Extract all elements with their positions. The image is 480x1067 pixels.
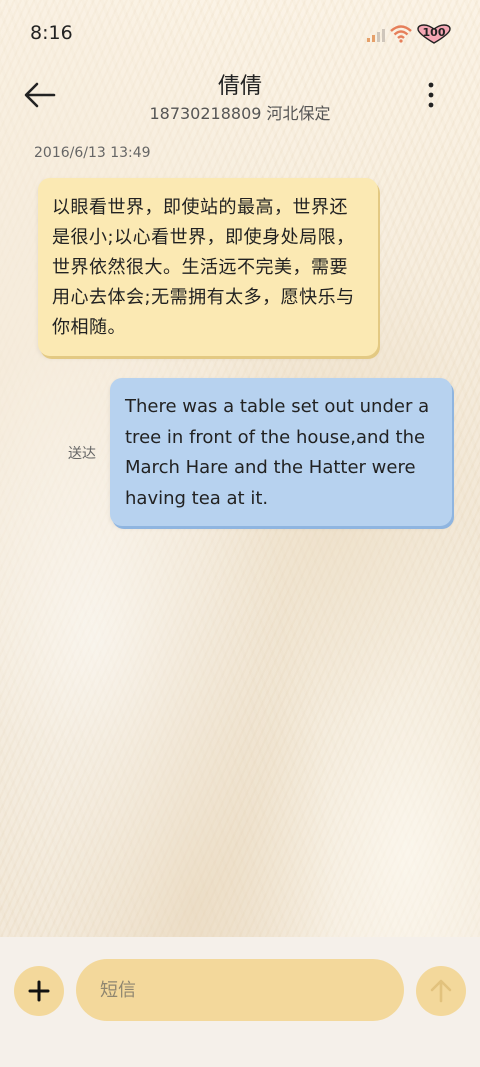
sms-input[interactable] <box>76 959 404 1021</box>
status-bar: 8:16 100 <box>0 0 480 60</box>
battery-level: 100 <box>422 26 446 39</box>
plus-icon <box>28 980 50 1002</box>
contact-name: 倩倩 <box>217 74 262 99</box>
send-arrow-up-icon <box>430 979 452 1003</box>
incoming-message-text: 以眼看世界，即使站的最高，世界还是很小;以心看世界，即使身处局限，世界依然很大。… <box>52 197 355 338</box>
message-timestamp: 2016/6/13 13:49 <box>34 145 151 161</box>
incoming-message-bubble[interactable]: 以眼看世界，即使站的最高，世界还是很小;以心看世界，即使身处局限，世界依然很大。… <box>38 178 378 356</box>
battery-icon: 100 <box>416 24 452 44</box>
signal-icon <box>367 29 385 42</box>
send-button[interactable] <box>416 966 466 1016</box>
status-time: 8:16 <box>30 22 73 44</box>
wifi-icon <box>390 25 412 43</box>
contact-number-location: 18730218809 河北保定 <box>149 104 331 123</box>
composer-bar <box>0 937 480 1067</box>
conversation-header: 倩倩 18730218809 河北保定 <box>0 60 480 140</box>
outgoing-message-text: There was a table set out under a tree i… <box>125 396 430 509</box>
delivery-status: 送达 <box>68 446 96 462</box>
more-vertical-icon[interactable] <box>420 80 442 110</box>
outgoing-message-bubble[interactable]: There was a table set out under a tree i… <box>110 378 452 526</box>
add-attachment-button[interactable] <box>14 966 64 1016</box>
